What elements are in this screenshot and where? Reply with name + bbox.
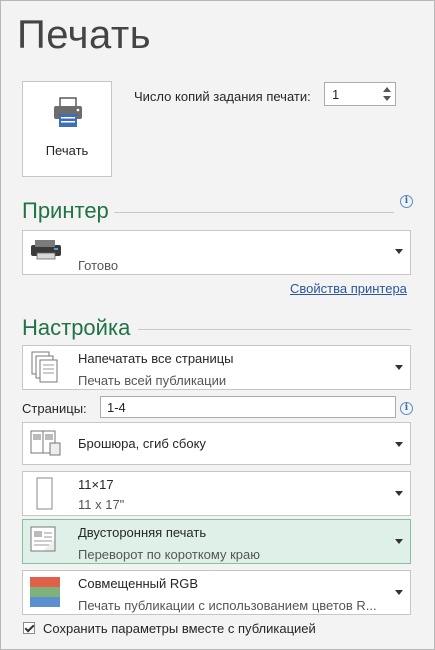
divider [138,329,411,330]
chevron-down-icon [395,491,403,496]
pages-value[interactable]: 1-4 [107,400,126,415]
duplex-option-desc: Переворот по короткому краю [78,547,260,562]
booklet-icon [30,430,61,456]
chevron-down-icon [395,249,403,254]
duplex-print-icon [30,526,56,552]
layout-dropdown[interactable]: Брошюра, сгиб сбоку [22,422,411,465]
spin-down-icon[interactable] [383,96,391,101]
info-icon[interactable]: i [400,402,413,415]
settings-heading: Настройка [22,315,131,340]
printer-properties-link[interactable]: Свойства принтера [290,281,407,296]
page-title: Печать [17,13,152,57]
duplex-option-title: Двусторонняя печать [78,525,207,540]
copies-spinner[interactable]: 1 [324,82,396,106]
printer-heading: Принтер [22,198,109,223]
print-button[interactable]: Печать [22,81,112,177]
pages-option-title: Напечатать все страницы [78,351,234,366]
chevron-down-icon [395,442,403,447]
printer-icon [54,97,82,127]
divider [114,212,394,213]
chevron-down-icon [395,365,403,370]
color-bands-icon [30,577,60,607]
info-icon[interactable]: i [400,195,413,208]
copies-value[interactable]: 1 [332,87,339,102]
printer-status: Готово [78,258,119,273]
color-option-title: Совмещенный RGB [78,576,199,591]
save-settings-label[interactable]: Сохранить параметры вместе с публикацией [43,621,316,636]
paper-icon [36,477,53,510]
print-button-label: Печать [45,143,89,158]
paper-size-title: 11×17 [78,477,114,492]
color-option-desc: Печать публикации с использованием цвето… [78,598,377,613]
printer-dropdown[interactable]: Готово [22,230,411,275]
pages-dropdown[interactable]: Напечатать все страницы Печать всей публ… [22,345,411,390]
pages-label: Страницы: [22,401,87,416]
printer-device-icon [31,240,61,260]
pages-stack-icon [31,351,58,383]
color-dropdown[interactable]: Совмещенный RGB Печать публикации с испо… [22,570,411,615]
paper-size-dropdown[interactable]: 11×17 11 x 17" [22,471,411,516]
layout-option-title: Брошюра, сгиб сбоку [78,436,206,451]
save-settings-checkbox[interactable] [23,622,35,634]
pages-option-desc: Печать всей публикации [78,373,227,388]
paper-size-desc: 11 x 17" [78,497,125,512]
chevron-down-icon [395,539,403,544]
pages-input[interactable]: 1-4 [100,396,396,418]
copies-label: Число копий задания печати: [134,89,311,104]
print-panel: Печать Печать Число копий задания печати… [0,0,435,650]
chevron-down-icon [395,590,403,595]
spin-up-icon[interactable] [383,87,391,92]
duplex-dropdown[interactable]: Двусторонняя печать Переворот по коротко… [22,519,411,564]
